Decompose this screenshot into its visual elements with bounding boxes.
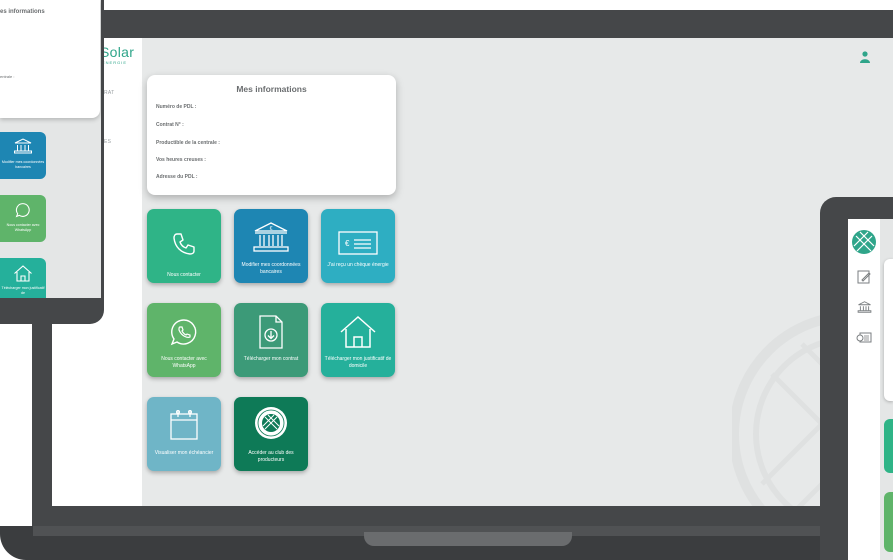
document-download-icon — [259, 315, 283, 349]
tablet-info-row: entrale : — [0, 74, 15, 79]
bank-icon: € — [253, 222, 289, 252]
energy-cheque-tile[interactable]: € J'ai reçu un chèque énergie — [321, 209, 395, 283]
tablet-info-title: es informations — [0, 9, 45, 15]
info-label-contract: Contrat N° : — [156, 122, 184, 128]
tablet-bank-details-label: Modifier mes coordonnées bancaires — [1, 160, 45, 169]
cheque-icon[interactable] — [856, 332, 872, 343]
contact-tile[interactable]: Nous contacter — [147, 209, 221, 283]
tablet-proof-of-address-label: Télécharger mon justificatif de — [1, 286, 45, 295]
tablet-whatsapp-tile[interactable]: Nous contacter avec WhatsApp — [0, 195, 46, 242]
info-label-address: Adresse du PDL : — [156, 174, 198, 180]
bank-icon[interactable] — [857, 300, 872, 314]
house-icon — [14, 265, 32, 282]
logo-globe-icon — [852, 230, 876, 254]
schedule-tile-label: Visualiser mon échéancier — [154, 450, 214, 456]
tablet-info-card: es informations entrale : — [0, 0, 100, 118]
tablet-bank-details-tile[interactable]: Modifier mes coordonnées bancaires — [0, 132, 46, 179]
info-label-pdl: Numéro de PDL : — [156, 104, 197, 110]
phone-screen — [848, 219, 893, 560]
sidebar-item-contract[interactable]: RAT — [104, 90, 115, 96]
contact-tile-label: Nous contacter — [167, 272, 201, 278]
svg-text:€: € — [270, 226, 273, 232]
energy-cheque-tile-label: J'ai reçu un chèque énergie — [327, 262, 389, 268]
laptop-notch — [364, 532, 572, 546]
whatsapp-icon — [15, 203, 30, 218]
producers-club-tile[interactable]: Accéder au club des producteurs — [234, 397, 308, 471]
edit-icon[interactable] — [857, 270, 871, 284]
bank-details-tile[interactable]: € Modifier mes coordonnées bancaires — [234, 209, 308, 283]
schedule-tile[interactable]: Visualiser mon échéancier — [147, 397, 221, 471]
calendar-icon — [170, 410, 198, 440]
house-icon — [340, 315, 376, 348]
tablet-screen: es informations entrale : Modifier mes c… — [0, 0, 101, 298]
info-card: Mes informations Numéro de PDL : Contrat… — [147, 75, 396, 195]
info-card-title: Mes informations — [236, 84, 307, 94]
user-icon[interactable] — [860, 51, 870, 63]
producers-club-tile-label: Accéder au club des producteurs — [248, 450, 294, 463]
download-contract-tile-label: Télécharger mon contrat — [243, 356, 299, 362]
phone-contact-tile[interactable] — [884, 419, 893, 473]
whatsapp-icon — [170, 319, 197, 346]
phone-whatsapp-tile[interactable] — [884, 492, 893, 552]
sidebar-item-other[interactable]: ES — [104, 139, 111, 145]
download-contract-tile[interactable]: Télécharger mon contrat — [234, 303, 308, 377]
club-badge-icon — [255, 407, 287, 439]
whatsapp-tile[interactable]: Nous contacter avec WhatsApp — [147, 303, 221, 377]
info-label-productible: Productible de la centrale : — [156, 140, 220, 146]
brand-logo-tagline: ENERGIE — [102, 60, 128, 65]
svg-text:€: € — [345, 239, 350, 248]
bank-details-tile-label: Modifier mes coordonnées bancaires — [241, 262, 301, 275]
phone-info-card — [884, 259, 893, 401]
laptop-screen: Solar ENERGIE RAT ES Mes informations Nu… — [52, 38, 893, 506]
bank-icon — [14, 138, 32, 154]
whatsapp-tile-label: Nous contacter avec WhatsApp — [161, 356, 207, 369]
brand-logo: Solar — [100, 44, 135, 60]
info-label-heures-creuses: Vos heures creuses : — [156, 157, 206, 163]
cheque-icon: € — [338, 231, 378, 255]
tablet-whatsapp-label: Nous contacter avec WhatsApp — [6, 223, 40, 232]
proof-of-address-tile[interactable]: Télécharger mon justificatif de domicile — [321, 303, 395, 377]
proof-of-address-tile-label: Télécharger mon justificatif de domicile — [324, 356, 392, 369]
phone-icon — [173, 233, 195, 255]
tablet-frame: es informations entrale : Modifier mes c… — [0, 0, 104, 324]
tablet-proof-of-address-tile[interactable]: Télécharger mon justificatif de — [0, 258, 46, 298]
